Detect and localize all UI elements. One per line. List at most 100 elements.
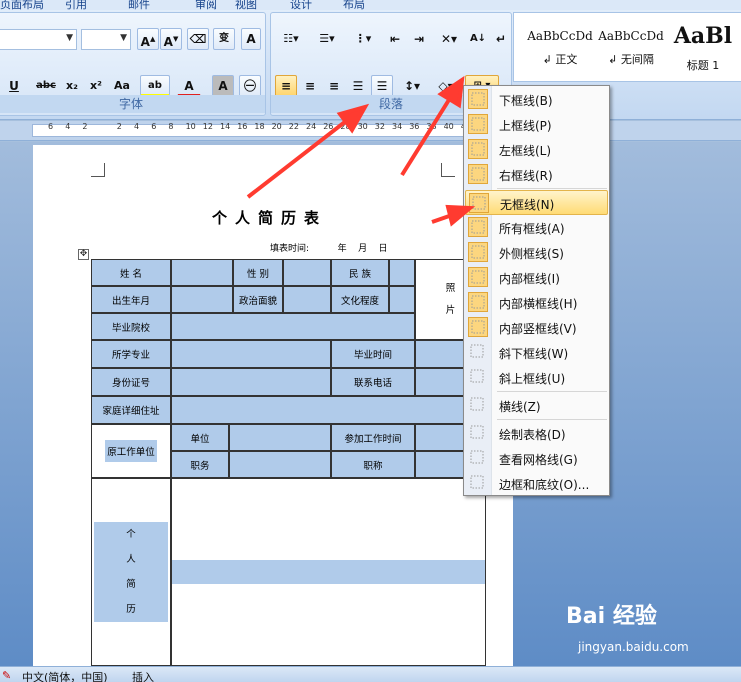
language-status[interactable]: 中文(简体，中国) bbox=[22, 669, 108, 682]
ribbon-tabs: 页面布局 引用 邮件 审阅 视图 设计 布局 bbox=[0, 0, 741, 10]
menu-item-horizontal-line[interactable]: 横线(Z) bbox=[465, 393, 608, 418]
address-cell[interactable] bbox=[171, 396, 486, 424]
menu-item-draw-table[interactable]: 绘制表格(D) bbox=[465, 421, 608, 446]
ruler-tick: 10 bbox=[185, 122, 196, 131]
proofing-icon[interactable]: ✎ bbox=[2, 669, 11, 682]
asian-layout-button[interactable]: ✕▾ bbox=[434, 28, 464, 50]
ethnicity-cell[interactable] bbox=[389, 259, 415, 286]
bullets-button[interactable]: ☷▾ bbox=[275, 28, 307, 50]
menu-item-inside-vertical-border[interactable]: 内部竖框线(V) bbox=[465, 315, 608, 340]
ruler-tick: 40 bbox=[443, 122, 454, 131]
menu-item-inside-borders[interactable]: 内部框线(I) bbox=[465, 265, 608, 290]
tab-layout[interactable]: 布局 bbox=[343, 0, 365, 10]
underline-button[interactable]: U bbox=[3, 75, 25, 97]
ruler-tick: 24 bbox=[306, 122, 317, 131]
strikethrough-button[interactable]: abc bbox=[33, 75, 59, 97]
char-shading-button[interactable]: A bbox=[212, 75, 234, 97]
menu-separator bbox=[497, 391, 607, 392]
position-cell[interactable] bbox=[229, 451, 331, 478]
menu-item-view-gridlines[interactable]: 查看网格线(G) bbox=[465, 446, 608, 471]
font-color-button[interactable]: A bbox=[177, 75, 201, 97]
align-center-button[interactable]: ≡ bbox=[299, 75, 321, 97]
style-heading-1[interactable]: AaBl 标题 1 bbox=[669, 21, 737, 79]
menu-item-bottom-border[interactable]: 下框线(B) bbox=[465, 87, 608, 112]
decrease-indent-button[interactable]: ⇤ bbox=[384, 28, 406, 50]
shading-button[interactable]: ◇▾ bbox=[431, 75, 461, 97]
superscript-button[interactable]: x² bbox=[85, 75, 107, 97]
shrink-font-button[interactable]: A▼ bbox=[160, 28, 182, 50]
id-number-cell[interactable] bbox=[171, 368, 331, 396]
menu-item-diagonal-up-border[interactable]: 斜上框线(U) bbox=[465, 365, 608, 390]
increase-indent-button[interactable]: ⇥ bbox=[408, 28, 430, 50]
menu-item-label: 斜上框线(U) bbox=[499, 372, 566, 386]
right-border-icon bbox=[468, 164, 488, 184]
politics-cell[interactable] bbox=[283, 286, 331, 313]
enclose-char-button[interactable]: ㊀ bbox=[239, 75, 261, 97]
tab-mailings[interactable]: 邮件 bbox=[128, 0, 150, 10]
align-left-button[interactable]: ≡ bbox=[275, 75, 297, 97]
menu-item-label: 右框线(R) bbox=[499, 169, 553, 183]
clear-format-button[interactable]: ⌫ bbox=[187, 28, 209, 50]
multilevel-list-button[interactable]: ⋮▾ bbox=[347, 28, 379, 50]
change-case-button[interactable]: Aa bbox=[109, 75, 135, 97]
birth-cell[interactable] bbox=[171, 286, 233, 313]
show-marks-button[interactable]: ↵ bbox=[491, 28, 511, 50]
draw-table-icon bbox=[468, 423, 488, 443]
menu-item-right-border[interactable]: 右框线(R) bbox=[465, 162, 608, 187]
distributed-button[interactable]: ☰ bbox=[371, 75, 393, 97]
label-position: 职务 bbox=[171, 451, 229, 478]
char-border-button[interactable]: A bbox=[241, 28, 261, 50]
ruler-tick: 2 bbox=[116, 122, 122, 131]
tab-references[interactable]: 引用 bbox=[65, 0, 87, 10]
menu-item-left-border[interactable]: 左框线(L) bbox=[465, 137, 608, 162]
gender-cell[interactable] bbox=[283, 259, 331, 286]
all-borders-icon bbox=[468, 217, 488, 237]
menu-item-borders-shading[interactable]: 边框和底纹(O)... bbox=[465, 471, 608, 496]
style-no-spacing[interactable]: AaBbCcDd ↲ 无间隔 bbox=[597, 21, 665, 79]
horizontal-ruler[interactable]: 6422468101214161820222426283032343638404… bbox=[0, 121, 741, 141]
numbering-button[interactable]: ☰▾ bbox=[311, 28, 343, 50]
font-group-label: 字体 bbox=[0, 95, 265, 113]
unit-cell[interactable] bbox=[229, 424, 331, 451]
menu-item-label: 查看网格线(G) bbox=[499, 453, 578, 467]
ruler-tick: 4 bbox=[134, 122, 140, 131]
ruler-tick: 22 bbox=[288, 122, 299, 131]
font-name-combo[interactable]: ▼ bbox=[0, 29, 77, 50]
menu-item-diagonal-down-border[interactable]: 斜下框线(W) bbox=[465, 340, 608, 365]
ruler-tick: 30 bbox=[357, 122, 368, 131]
style-normal[interactable]: AaBbCcDd ↲ 正文 bbox=[526, 21, 594, 79]
ruler-tick: 18 bbox=[254, 122, 265, 131]
menu-item-outside-borders[interactable]: 外侧框线(S) bbox=[465, 240, 608, 265]
highlight-color-button[interactable]: ab bbox=[140, 75, 170, 97]
tab-review[interactable]: 审阅 bbox=[195, 0, 217, 10]
subscript-button[interactable]: x₂ bbox=[61, 75, 83, 97]
menu-item-no-border[interactable]: 无框线(N) bbox=[465, 190, 608, 215]
resume-table[interactable]: 姓 名 性 别 民 族 照 片 出生年月 政治面貌 文化程度 毕业院校 所学专业… bbox=[91, 259, 486, 666]
menu-item-inside-horizontal-border[interactable]: 内部横框线(H) bbox=[465, 290, 608, 315]
corner-mark bbox=[91, 163, 105, 177]
education-cell[interactable] bbox=[389, 286, 415, 313]
sort-button[interactable]: A↓ bbox=[467, 28, 489, 50]
label-address: 家庭详细住址 bbox=[91, 396, 171, 424]
menu-item-all-borders[interactable]: 所有框线(A) bbox=[465, 215, 608, 240]
school-cell[interactable] bbox=[171, 313, 415, 340]
menu-item-top-border[interactable]: 上框线(P) bbox=[465, 112, 608, 137]
tab-view[interactable]: 视图 bbox=[235, 0, 257, 10]
table-move-handle[interactable]: ✥ bbox=[78, 249, 89, 260]
font-size-combo[interactable]: ▼ bbox=[81, 29, 131, 50]
line-spacing-button[interactable]: ↕▾ bbox=[397, 75, 427, 97]
inside-vertical-border-icon bbox=[468, 317, 488, 337]
major-cell[interactable] bbox=[171, 340, 331, 368]
name-cell[interactable] bbox=[171, 259, 233, 286]
grow-font-button[interactable]: A▲ bbox=[137, 28, 159, 50]
justify-button[interactable]: ☰ bbox=[347, 75, 369, 97]
tab-page-layout[interactable]: 页面布局 bbox=[0, 0, 44, 10]
phonetic-guide-button[interactable]: 变 bbox=[213, 28, 235, 50]
insert-mode-status[interactable]: 插入 bbox=[132, 669, 154, 682]
menu-item-label: 左框线(L) bbox=[499, 144, 552, 158]
align-right-button[interactable]: ≡ bbox=[323, 75, 345, 97]
resume-content-cell[interactable] bbox=[171, 478, 486, 666]
ruler-tick: 14 bbox=[220, 122, 231, 131]
chevron-down-icon: ▼ bbox=[66, 33, 73, 43]
tab-design[interactable]: 设计 bbox=[290, 0, 312, 10]
